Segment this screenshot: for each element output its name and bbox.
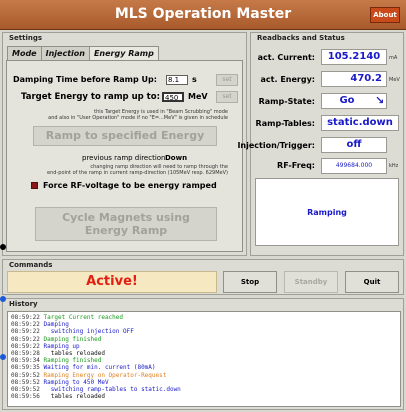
history-line-text: Ramping up	[43, 342, 80, 350]
current-unit: mA	[389, 55, 398, 61]
history-line-time: 08:59:22	[11, 335, 40, 343]
force-rf-checkbox[interactable]	[31, 182, 38, 189]
settings-tabs: Mode Injection Energy Ramp	[7, 46, 159, 61]
history-line: 08:59:52 Ramping Energy on Operator-Requ…	[11, 372, 397, 379]
history-line-text: tables reloaded	[43, 393, 105, 401]
edge-marker-blue-2	[0, 354, 6, 360]
history-line: 08:59:22 Ramping up	[11, 343, 397, 350]
current-label: act. Current:	[257, 53, 315, 62]
active-indicator: Active!	[7, 271, 217, 293]
rf-freq-unit: kHz	[389, 163, 399, 169]
damping-time-field[interactable]: 8.1	[166, 75, 188, 85]
energy-label: act. Energy:	[260, 75, 315, 84]
target-note-2: and also in "User Operation" mode if no …	[48, 115, 228, 121]
history-line-time: 08:59:22	[11, 342, 40, 350]
cycle-magnets-line-1: Cycle Magnets using	[62, 211, 190, 224]
force-rf-label: Force RF-voltage to be energy ramped	[43, 181, 217, 190]
main-window: MLS Operation Master About Settings Mode…	[0, 0, 406, 412]
tab-mode[interactable]: Mode	[7, 46, 42, 60]
prev-direction-label: previous ramp direction:	[82, 154, 168, 162]
ramp-tables-label: Ramp-Tables:	[255, 119, 315, 128]
history-line-text: Damping finished	[43, 335, 102, 343]
history-line-time: 08:59:28	[11, 350, 40, 358]
stop-button[interactable]: Stop	[223, 271, 277, 293]
history-line-time: 08:59:35	[11, 364, 40, 372]
energy-value: 470.2	[321, 71, 387, 87]
damping-set-button[interactable]: set	[216, 74, 238, 86]
history-line: 08:59:52 Ramping to 450 MeV	[11, 379, 397, 386]
history-line: 08:59:35 Waiting for min. current (80mA)	[11, 364, 397, 371]
edge-marker-blue-1	[0, 296, 6, 302]
prev-direction-value: Down	[165, 154, 188, 162]
history-group: History 08:59:22 Target Current reached 0…	[2, 298, 404, 410]
history-line-time: 08:59:52	[11, 371, 40, 379]
history-log[interactable]: 08:59:22 Target Current reached 08:59:22 …	[7, 311, 401, 407]
title-bar: MLS Operation Master About	[0, 0, 406, 30]
settings-group: Settings Mode Injection Energy Ramp Damp…	[2, 32, 247, 256]
history-line: 08:59:28 tables reloaded	[11, 350, 397, 357]
history-line-time: 08:59:22	[11, 321, 40, 329]
commands-group-label: Commands	[9, 261, 53, 269]
edge-marker-black	[0, 244, 6, 250]
history-line-time: 08:59:34	[11, 357, 40, 365]
ramp-tables-value: static.down	[321, 115, 399, 131]
direction-note-2: end-point of the ramp in current ramp-di…	[47, 170, 228, 176]
history-line: 08:59:56 tables reloaded	[11, 393, 397, 400]
history-line-text: Ramping Energy on Operator-Request	[43, 371, 167, 379]
rf-freq-label: RF-Freq:	[277, 161, 315, 170]
target-energy-unit: MeV	[188, 92, 208, 101]
history-group-label: History	[9, 300, 38, 308]
cycle-magnets-line-2: Energy Ramp	[84, 224, 168, 237]
history-line: 08:59:52 switching ramp-tables to static…	[11, 386, 397, 393]
history-line-time: 08:59:56	[11, 393, 40, 401]
target-energy-field[interactable]: 450	[162, 92, 184, 102]
tab-injection[interactable]: Injection	[40, 46, 90, 60]
machine-status-display: Ramping	[255, 178, 399, 246]
cycle-magnets-button[interactable]: Cycle Magnets using Energy Ramp	[35, 207, 217, 241]
window-title: MLS Operation Master	[114, 6, 292, 22]
history-line-text: switching ramp-tables to static.down	[43, 386, 181, 394]
history-line: 08:59:22 switching injection OFF	[11, 328, 397, 335]
history-line-text: Target Current reached	[43, 314, 124, 321]
about-button[interactable]: About	[370, 7, 400, 23]
settings-group-label: Settings	[9, 34, 43, 42]
history-line-time: 08:59:22	[11, 328, 40, 336]
history-line-text: Waiting for min. current (80mA)	[43, 364, 156, 372]
current-value: 105.2140	[321, 49, 387, 65]
injection-trigger-value: off	[321, 137, 387, 153]
injection-trigger-label: Injection/Trigger:	[237, 141, 315, 150]
history-line: 08:59:22 Damping finished	[11, 336, 397, 343]
history-line-time: 08:59:22	[11, 314, 40, 321]
history-line-time: 08:59:52	[11, 378, 40, 386]
readbacks-group-label: Readbacks and Status	[257, 34, 345, 42]
tab-energy-ramp[interactable]: Energy Ramp	[88, 46, 159, 61]
energy-unit: MeV	[389, 77, 400, 83]
history-line-text: Damping	[43, 321, 69, 329]
ramp-to-energy-button[interactable]: Ramp to specified Energy	[33, 126, 217, 146]
history-line-time: 08:59:52	[11, 386, 40, 394]
ramp-state-label: Ramp-State:	[258, 97, 315, 106]
history-line: 08:59:34 Ramping finished	[11, 357, 397, 364]
commands-group: Commands Active! Stop Standby Quit	[2, 259, 404, 295]
energy-ramp-panel: Damping Time before Ramp Up: 8.1 s set T…	[6, 60, 243, 252]
damping-time-label: Damping Time before Ramp Up:	[13, 75, 157, 84]
target-set-button[interactable]: set	[216, 91, 238, 103]
quit-button[interactable]: Quit	[345, 271, 399, 293]
target-energy-label: Target Energy to ramp up to:	[21, 92, 160, 102]
history-line-text: Ramping finished	[43, 357, 102, 365]
damping-unit: s	[192, 75, 197, 84]
standby-button[interactable]: Standby	[284, 271, 338, 293]
history-line-text: switching injection OFF	[43, 328, 134, 336]
ramp-down-arrow-icon: ↘	[375, 94, 385, 107]
history-line: 08:59:22 Target Current reached	[11, 314, 397, 321]
history-line-text: Ramping to 450 MeV	[43, 378, 109, 386]
history-line: 08:59:22 Damping	[11, 321, 397, 328]
readbacks-group: Readbacks and Status act. Current: 105.2…	[237, 32, 404, 256]
history-line-text: tables reloaded	[43, 350, 105, 358]
rf-freq-value: 499684.000	[321, 158, 387, 174]
